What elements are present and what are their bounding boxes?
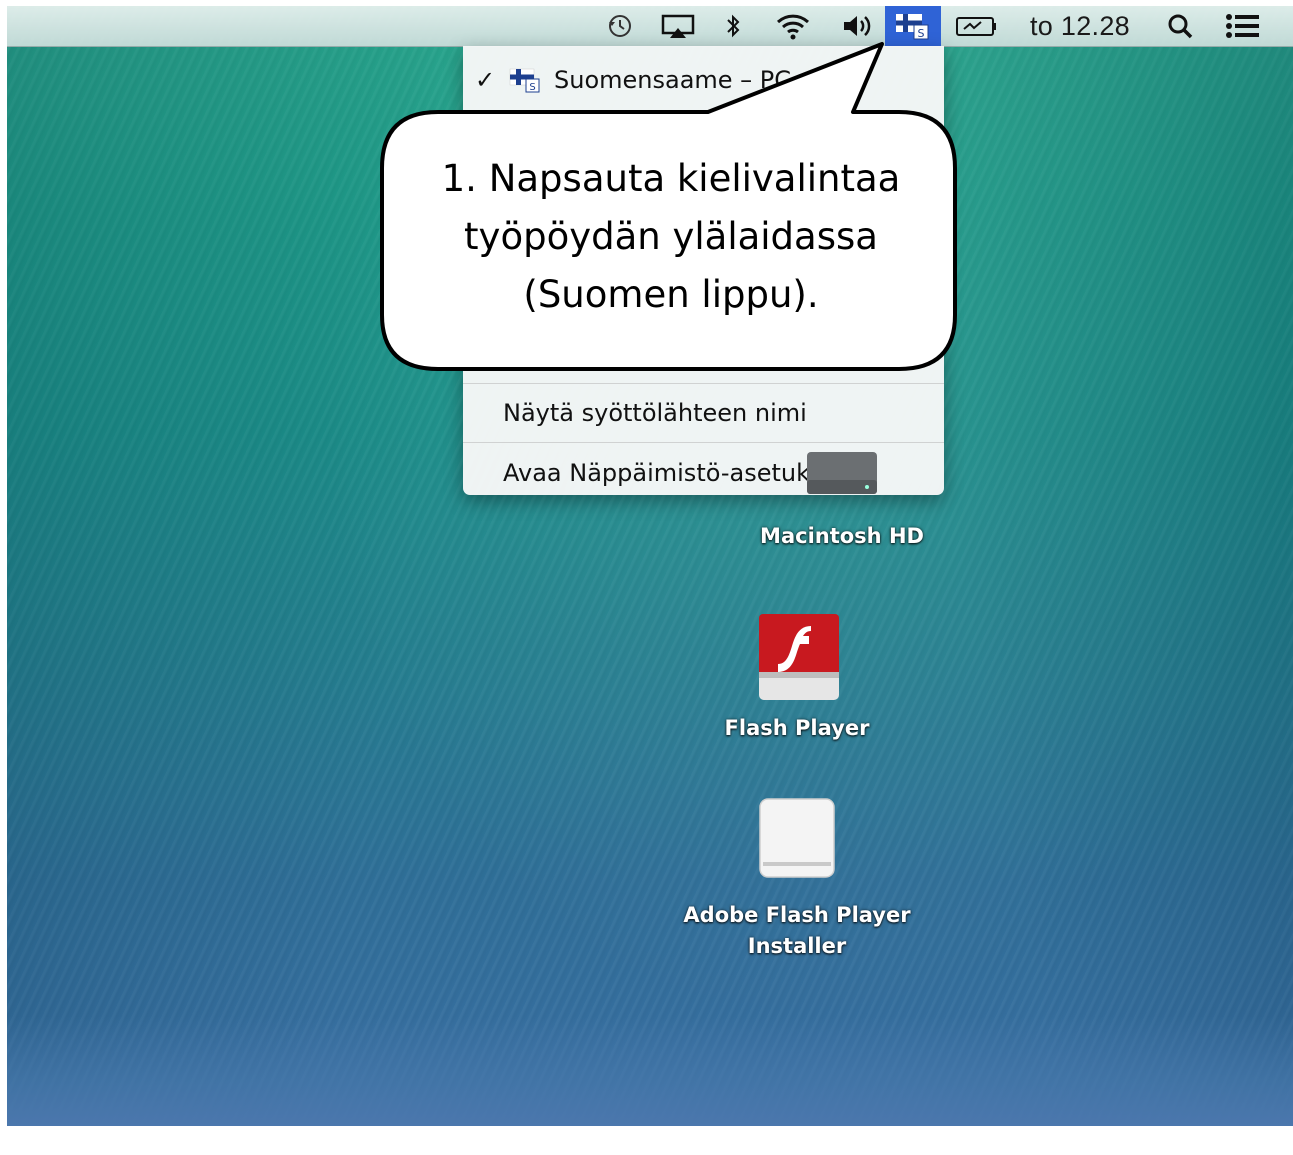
callout-line: 1. Napsauta kielivalintaa [441, 157, 901, 200]
bluetooth-icon[interactable] [721, 6, 745, 46]
hard-drive-icon[interactable] [803, 446, 881, 501]
menu-item-label: Näytä syöttölähteen nimi [503, 399, 807, 427]
checkmark-icon: ✓ [475, 66, 496, 94]
finnish-flag-icon: S [509, 68, 540, 93]
svg-text:S: S [918, 27, 925, 40]
notification-center-icon[interactable] [1221, 6, 1265, 46]
svg-text:S: S [529, 82, 535, 93]
airplay-icon[interactable] [659, 6, 697, 46]
menu-item-label: Suomensaame – PC [554, 66, 792, 94]
removable-disk-icon[interactable] [757, 796, 837, 882]
menu-item-show-input-name[interactable]: Näytä syöttölähteen nimi [463, 391, 944, 435]
volume-icon[interactable] [839, 6, 877, 46]
desktop-label-line: Adobe Flash Player [683, 903, 911, 927]
menu-separator [463, 442, 944, 443]
menubar-clock[interactable]: to 12.28 [1017, 6, 1143, 46]
desktop-label-flash-player[interactable]: Flash Player [702, 716, 892, 740]
wallpaper-wave-bottom [7, 1016, 1293, 1126]
callout-line: työpöydän ylälaidassa [464, 215, 878, 258]
menu-bar: S to 12.28 [7, 6, 1293, 47]
callout-text: 1. Napsauta kielivalintaa työpöydän yläl… [387, 150, 955, 324]
menu-separator [463, 383, 944, 384]
spotlight-search-icon[interactable] [1163, 6, 1197, 46]
wifi-icon[interactable] [773, 6, 813, 46]
desktop-label-macintosh-hd[interactable]: Macintosh HD [747, 524, 937, 548]
battery-icon[interactable] [953, 6, 1001, 46]
desktop-label-line: Installer [747, 934, 847, 958]
time-machine-icon[interactable] [603, 6, 637, 46]
flash-player-icon[interactable] [755, 612, 843, 702]
menu-item-suomensaame[interactable]: ✓ S Suomensaame – PC [463, 60, 944, 100]
desktop-label-adobe-flash-installer[interactable]: Adobe Flash Player Installer [667, 900, 927, 962]
callout-line: (Suomen lippu). [523, 273, 819, 316]
clock-text: to 12.28 [1030, 10, 1130, 41]
input-source-flag-icon[interactable]: S [885, 6, 941, 46]
